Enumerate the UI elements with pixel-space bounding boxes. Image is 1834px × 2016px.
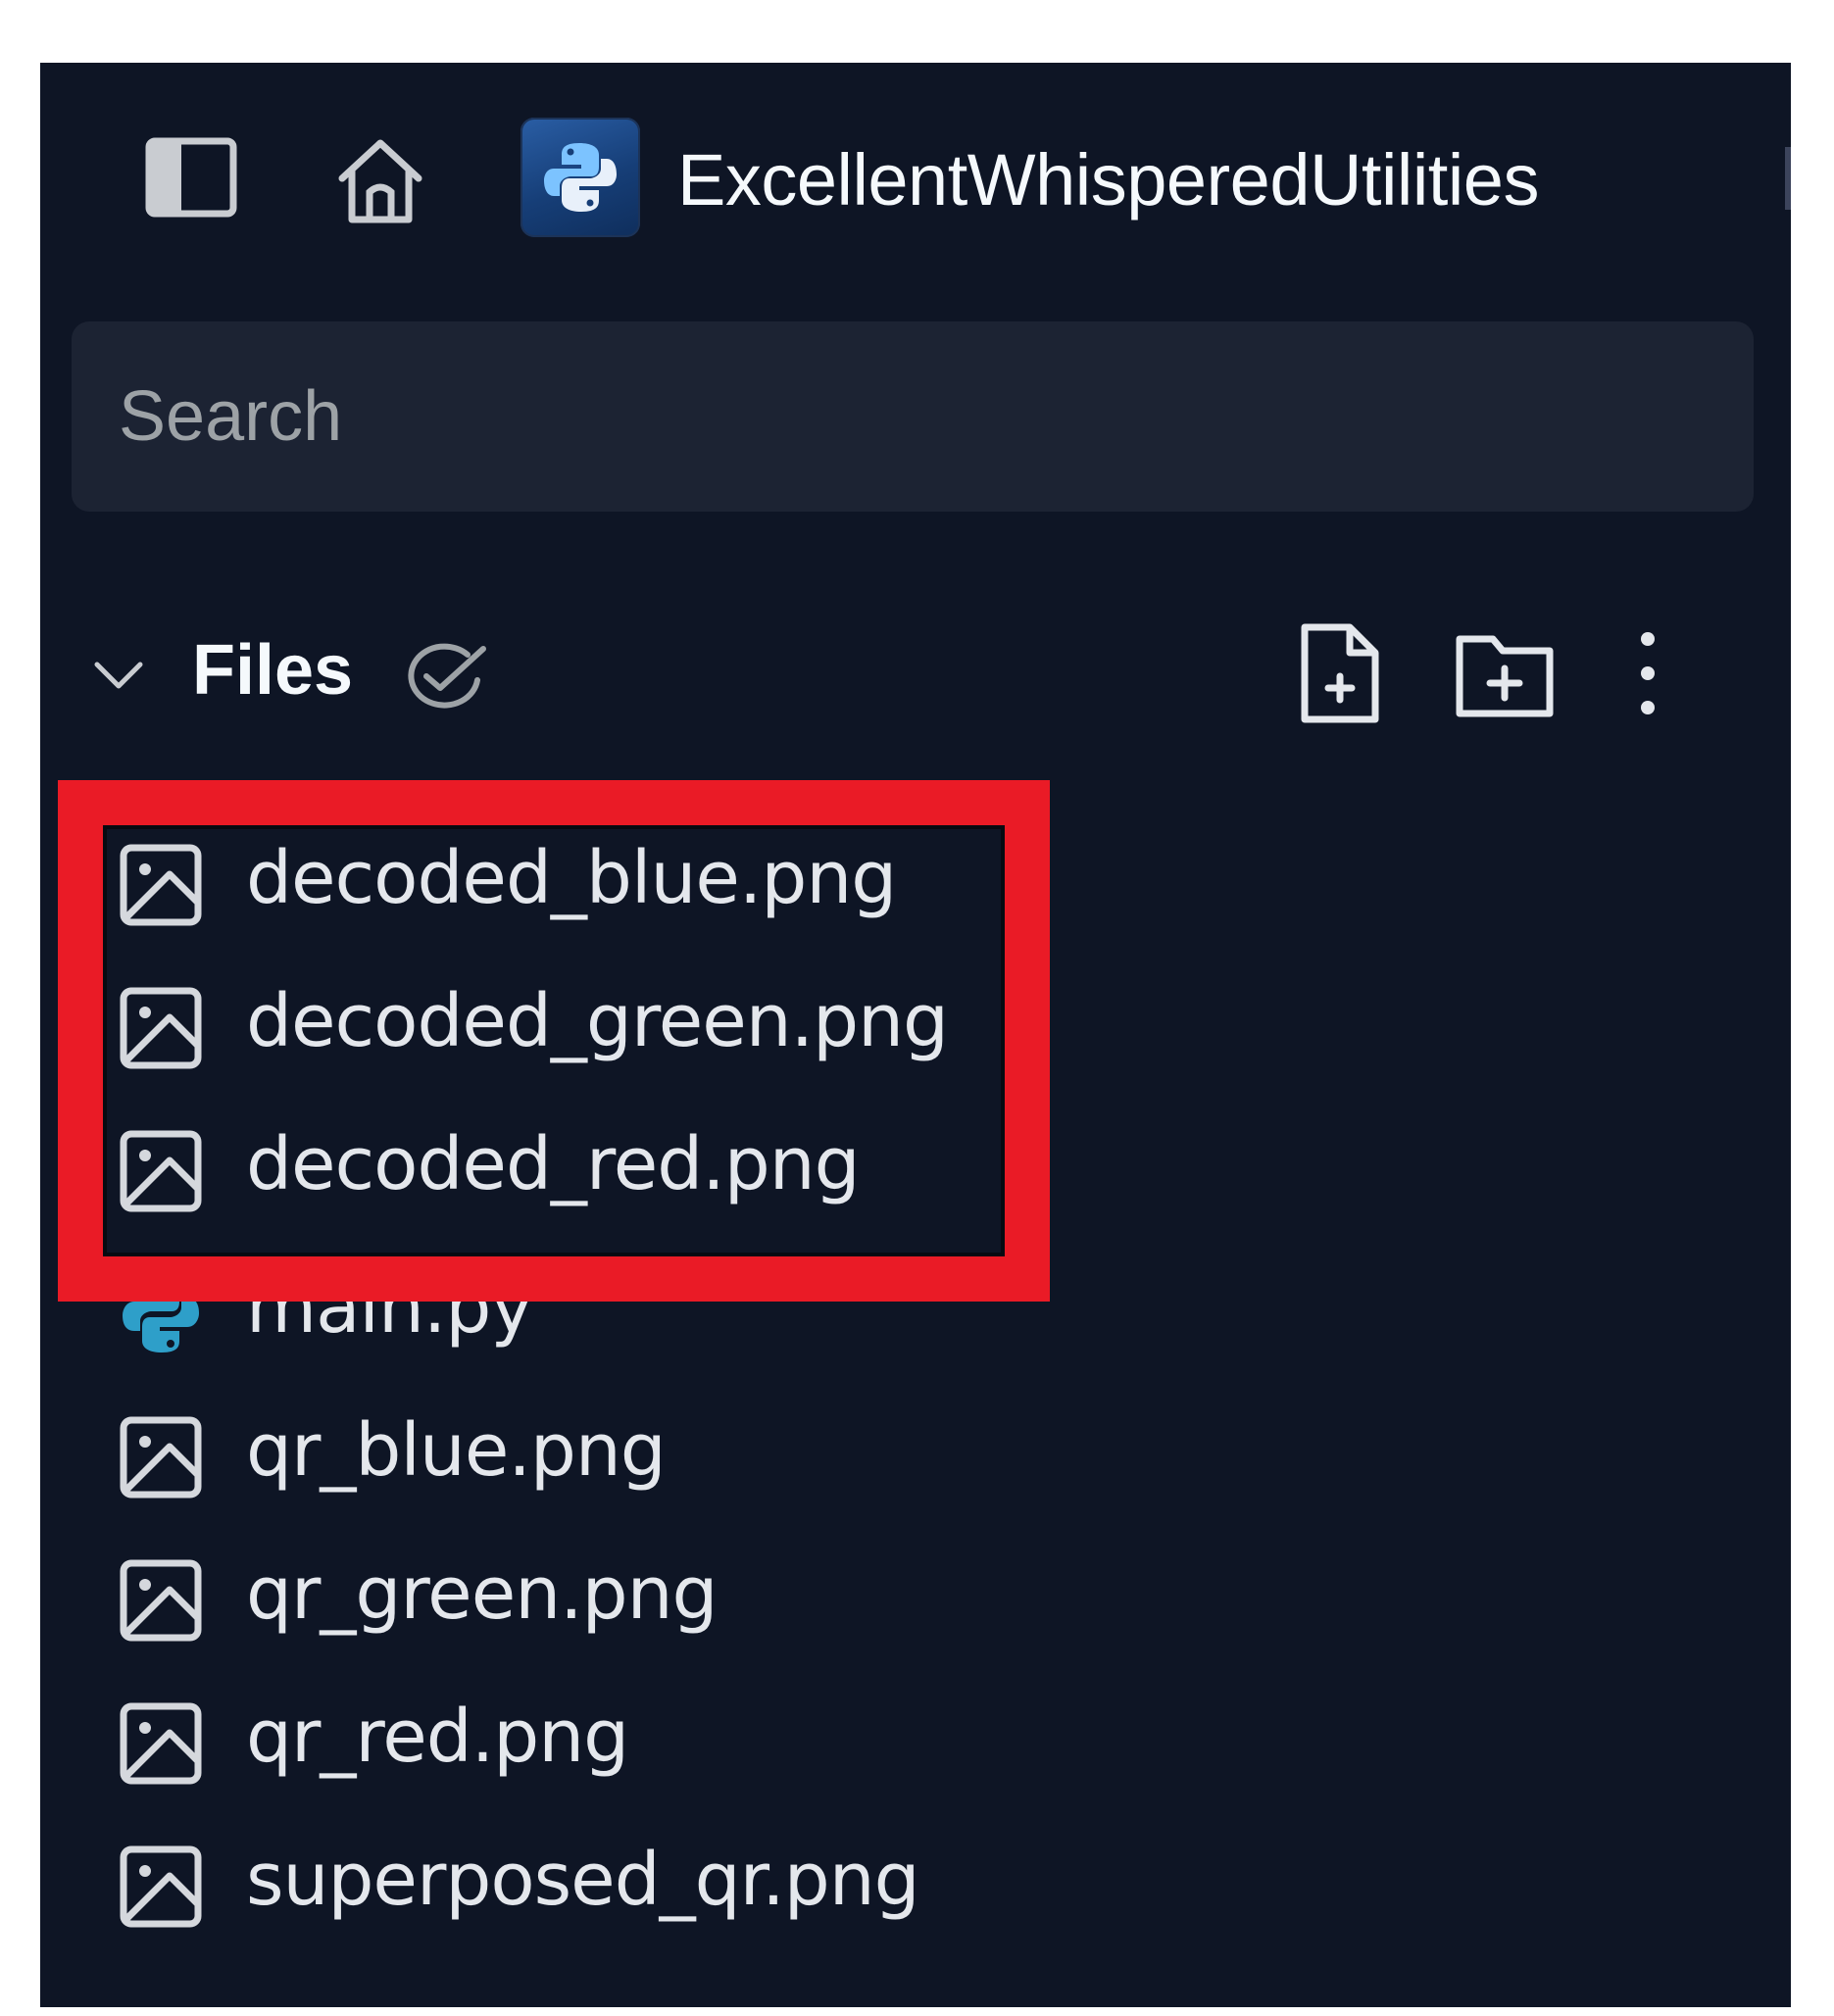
repl-title[interactable]: ExcellentWhisperedUtilities (677, 131, 1539, 229)
python-file-icon (123, 1276, 199, 1352)
file-item-qr-red[interactable]: qr_red.png (109, 1666, 1187, 1809)
files-section-header: Files (40, 612, 1791, 739)
python-logo-icon (544, 143, 617, 212)
image-file-icon (120, 1130, 202, 1212)
image-file-icon (120, 1702, 202, 1785)
search-input[interactable] (72, 321, 1754, 512)
file-item-decoded-red[interactable]: decoded_red.png (109, 1094, 1187, 1237)
sidebar-toggle-button[interactable] (143, 133, 239, 221)
image-file-icon (120, 1845, 202, 1928)
file-explorer-panel: ExcellentWhisperedUtilities Files (40, 63, 1791, 2007)
file-name: qr_blue.png (246, 1408, 667, 1493)
new-folder-icon (1456, 635, 1554, 717)
file-name: main.py (246, 1265, 533, 1350)
sync-check-icon (408, 643, 486, 709)
image-file-icon (120, 844, 202, 926)
file-name: qr_red.png (246, 1695, 629, 1779)
chevron-down-icon (94, 662, 143, 689)
file-item-main-py[interactable]: main.py (109, 1237, 1187, 1380)
file-name: decoded_red.png (246, 1122, 861, 1206)
workspace-header: ExcellentWhisperedUtilities (40, 63, 1791, 298)
new-file-button[interactable] (1293, 619, 1387, 727)
file-item-qr-green[interactable]: qr_green.png (109, 1523, 1187, 1666)
header-divider (1785, 147, 1791, 210)
file-name: qr_green.png (246, 1551, 718, 1636)
more-vertical-icon (1641, 632, 1655, 714)
file-name: decoded_blue.png (246, 836, 897, 920)
sidebar-toggle-icon (145, 137, 237, 218)
home-button[interactable] (332, 133, 428, 227)
files-title: Files (192, 631, 354, 710)
more-options-button[interactable] (1618, 619, 1677, 727)
file-item-decoded-blue[interactable]: decoded_blue.png (109, 808, 1187, 951)
new-folder-button[interactable] (1452, 619, 1560, 727)
file-item-decoded-green[interactable]: decoded_green.png (109, 951, 1187, 1094)
new-file-icon (1301, 623, 1379, 723)
search-box (72, 321, 1754, 512)
home-icon (338, 139, 422, 223)
file-item-qr-blue[interactable]: qr_blue.png (109, 1380, 1187, 1523)
repl-language-badge[interactable] (520, 118, 640, 237)
file-name: decoded_green.png (246, 979, 949, 1063)
file-item-superposed-qr[interactable]: superposed_qr.png (109, 1809, 1187, 1952)
image-file-icon (120, 987, 202, 1069)
file-name: superposed_qr.png (246, 1838, 920, 1922)
image-file-icon (120, 1559, 202, 1642)
collapse-files-button[interactable] (87, 643, 150, 706)
image-file-icon (120, 1416, 202, 1499)
sync-status (399, 633, 489, 713)
